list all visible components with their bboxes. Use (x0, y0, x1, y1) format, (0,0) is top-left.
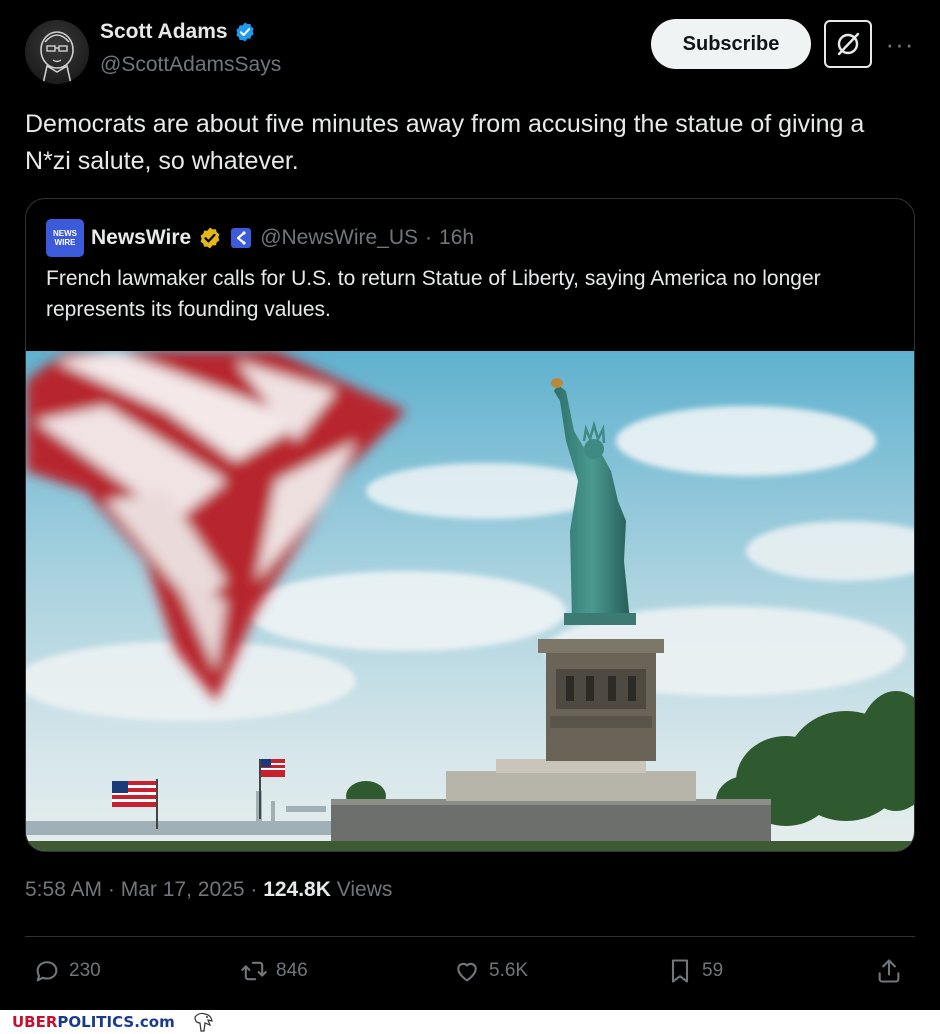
watermark-politics: POLITICS.com (57, 1013, 175, 1031)
quoted-post-time[interactable]: 16h (439, 226, 474, 250)
avatar-text-1: NEWS (53, 229, 77, 238)
reply-count: 230 (69, 960, 101, 981)
avatar-text-2: WIRE (54, 238, 76, 247)
reply-icon (36, 961, 58, 982)
meta-separator: · (107, 878, 115, 901)
bookmark-button[interactable]: 59 (666, 948, 723, 994)
quoted-post-image[interactable] (26, 351, 915, 852)
post-time[interactable]: 5:58 AM (25, 878, 102, 901)
quoted-author-avatar[interactable]: NEWS WIRE (46, 219, 84, 257)
verified-badge-icon (235, 22, 254, 42)
bookmark-icon (671, 959, 689, 983)
divider (25, 936, 915, 937)
repost-button[interactable]: 846 (240, 948, 308, 994)
author-display-name[interactable]: Scott Adams (100, 20, 228, 44)
views-label: Views (336, 878, 393, 901)
action-bar: 230 846 5.6K 59 (25, 948, 915, 994)
author-name-row[interactable]: Scott Adams (100, 20, 256, 44)
repost-icon (241, 961, 267, 981)
views-count: 124.8K (263, 878, 331, 901)
separator-dot: · (425, 226, 433, 249)
reply-button[interactable]: 230 (33, 948, 101, 994)
bookmark-count: 59 (702, 960, 724, 981)
repost-count: 846 (276, 960, 308, 981)
heart-icon (457, 962, 477, 982)
author-handle[interactable]: @ScottAdamsSays (100, 53, 281, 77)
author-avatar[interactable] (25, 20, 89, 84)
quoted-author-handle[interactable]: @NewsWire_US (260, 226, 418, 250)
post-meta: 5:58 AM · Mar 17, 2025 · 124.8K Views (25, 878, 392, 902)
watermark-uber: UBER (12, 1013, 58, 1031)
like-count: 5.6K (489, 960, 529, 981)
share-button[interactable] (875, 948, 903, 994)
post-date[interactable]: Mar 17, 2025 (121, 878, 245, 901)
eagle-icon (194, 1012, 213, 1032)
grok-icon (837, 32, 860, 56)
quoted-post-card[interactable]: NEWS WIRE NewsWire @NewsWire_US · 16h Fr… (25, 198, 915, 852)
watermark-bar: UBERPOLITICS.com (0, 1010, 940, 1034)
share-icon (878, 959, 900, 983)
gold-verified-badge-icon (200, 227, 220, 249)
quoted-post-text: French lawmaker calls for U.S. to return… (46, 267, 821, 321)
more-icon: ··· (885, 28, 915, 59)
quoted-post-header: NEWS WIRE NewsWire @NewsWire_US · 16h (46, 219, 474, 257)
post: Scott Adams @ScottAdamsSays Subscribe ··… (0, 0, 940, 1010)
quoted-author-name[interactable]: NewsWire (91, 226, 191, 250)
post-text: Democrats are about five minutes away fr… (25, 110, 865, 175)
subscribe-button[interactable]: Subscribe (651, 19, 811, 69)
watermark-logo: UBERPOLITICS.com (12, 1013, 175, 1031)
meta-separator: · (250, 878, 258, 901)
more-options-button[interactable]: ··· (884, 28, 916, 60)
affiliate-badge-icon (231, 228, 252, 248)
grok-button[interactable] (824, 20, 872, 68)
like-button[interactable]: 5.6K (453, 948, 528, 994)
